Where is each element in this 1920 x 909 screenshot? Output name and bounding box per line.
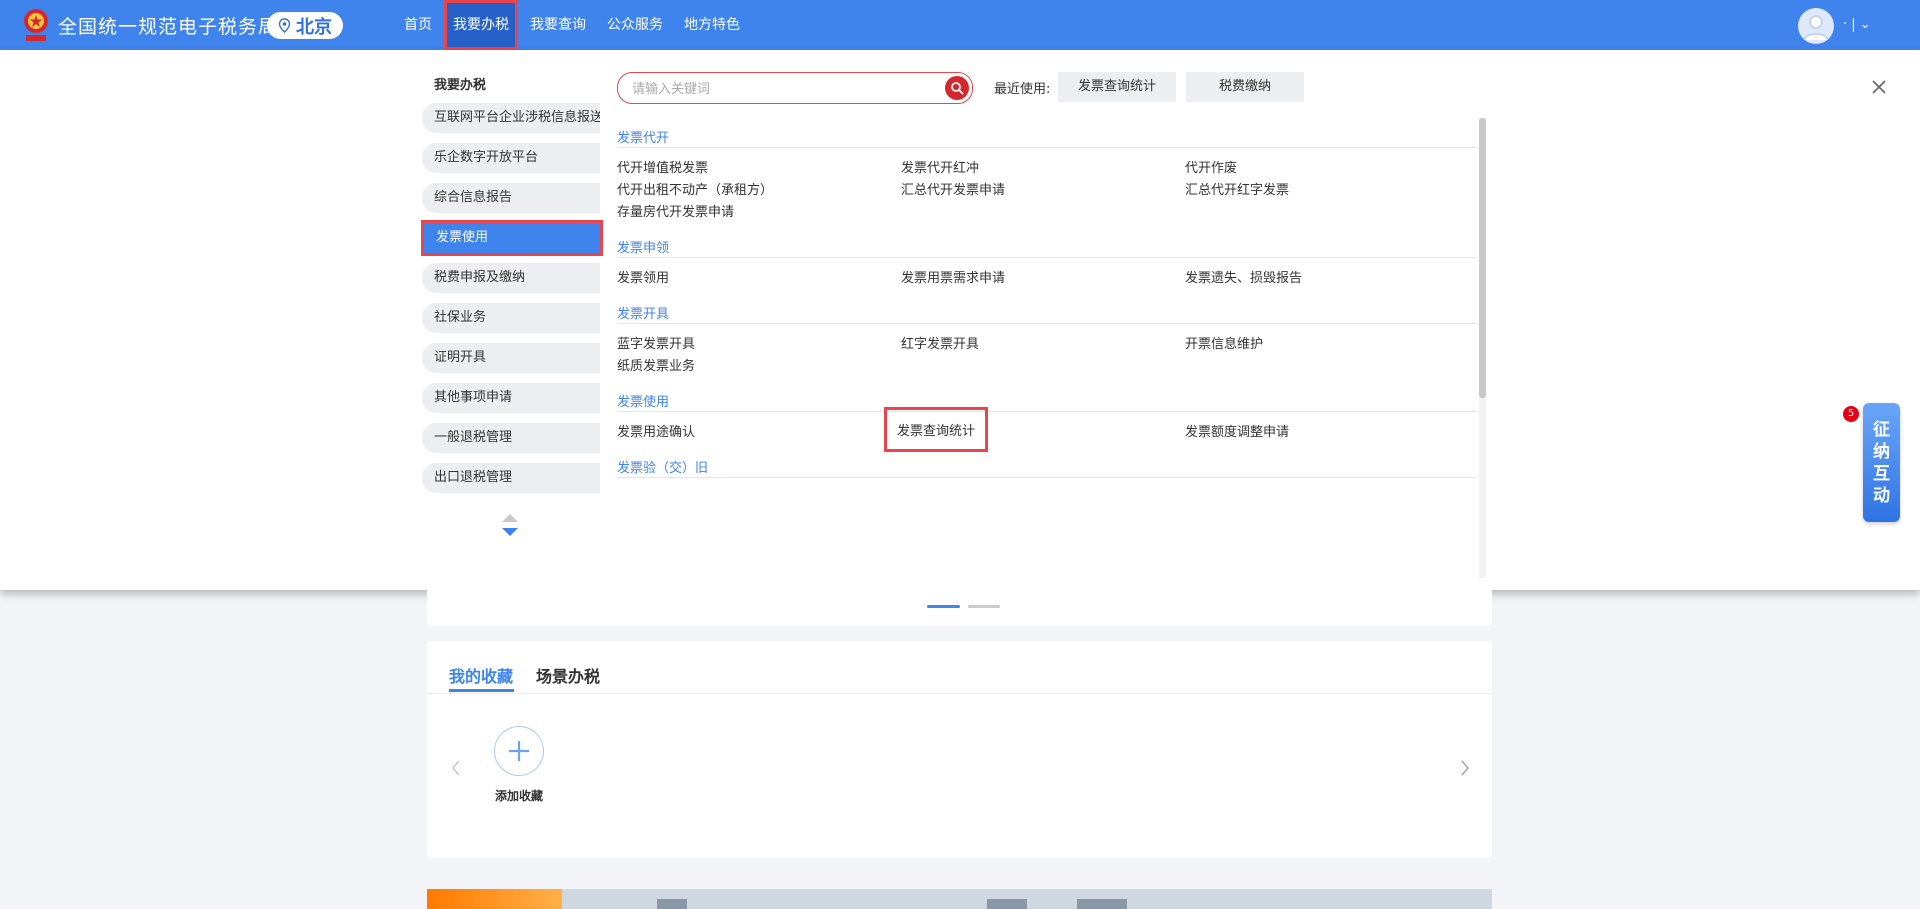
search-button[interactable] (945, 76, 969, 100)
search-input[interactable] (630, 78, 924, 100)
recent-tag-tax-payment[interactable]: 税费缴纳 (1186, 72, 1304, 102)
tab-scene-tax[interactable]: 场景办税 (536, 663, 600, 687)
interaction-float-button[interactable]: 征 纳 互 动 (1863, 403, 1900, 522)
banner-graphic (1077, 899, 1127, 909)
section-title-invoice-apply: 发票申领 (617, 241, 670, 256)
promo-banner[interactable] (427, 889, 1492, 909)
section-title-invoice-use: 发票使用 (617, 395, 670, 410)
float-char: 动 (1873, 485, 1890, 506)
service-item[interactable]: 代开增值税发票 (617, 157, 708, 176)
carousel-card (427, 580, 1492, 626)
add-favorite-label[interactable]: 添加收藏 (494, 787, 544, 804)
service-item[interactable]: 汇总代开红字发票 (1185, 179, 1289, 198)
banner-graphic (657, 899, 687, 909)
tab-divider (427, 693, 1492, 694)
service-item[interactable]: 纸质发票业务 (617, 355, 695, 374)
banner-graphic (987, 899, 1027, 909)
nav-public-service[interactable]: 公众服务 (598, 0, 672, 50)
service-item[interactable]: 发票用途确认 (617, 421, 695, 440)
category-panel-title: 我要办税 (434, 78, 487, 93)
location-pin-icon (278, 18, 291, 33)
service-item-invoice-query-stats[interactable]: 发票查询统计 (883, 407, 989, 452)
category-item-platform-report[interactable]: 互联网平台企业涉税信息报送 (422, 103, 600, 133)
tax-emblem-logo[interactable] (20, 6, 52, 44)
category-item-certificate[interactable]: 证明开具 (422, 343, 600, 373)
add-favorite-button[interactable] (494, 726, 544, 776)
category-item-tax-declare[interactable]: 税费申报及缴纳 (422, 263, 600, 293)
nav-query[interactable]: 我要查询 (521, 0, 595, 50)
service-item[interactable]: 发票领用 (617, 267, 669, 286)
section-divider (617, 323, 1477, 324)
recent-tag-invoice-query[interactable]: 发票查询统计 (1058, 72, 1176, 102)
float-char: 纳 (1873, 441, 1890, 462)
service-item[interactable]: 发票代开红冲 (901, 157, 979, 176)
nav-local-features[interactable]: 地方特色 (675, 0, 749, 50)
category-item-leqi-platform[interactable]: 乐企数字开放平台 (422, 143, 600, 173)
service-item[interactable]: 红字发票开具 (901, 333, 979, 352)
service-list-area: 发票代开 代开增值税发票 发票代开红冲 代开作废 代开出租不动产（承租方） 汇总… (617, 117, 1477, 587)
main-nav: 首页 我要办税 我要查询 公众服务 地方特色 (395, 0, 752, 50)
site-title[interactable]: 全国统一规范电子税务局 (58, 12, 278, 39)
carousel-dot-active[interactable] (927, 605, 960, 608)
service-item[interactable]: 存量房代开发票申请 (617, 201, 734, 220)
tax-handling-dropdown: 我要办税 互联网平台企业涉税信息报送 乐企数字开放平台 综合信息报告 发票使用 … (0, 50, 1920, 590)
category-item-info-report[interactable]: 综合信息报告 (422, 183, 600, 213)
search-box (617, 72, 973, 104)
category-item-export-refund[interactable]: 出口退税管理 (422, 463, 600, 493)
category-list: 互联网平台企业涉税信息报送 乐企数字开放平台 综合信息报告 发票使用 税费申报及… (421, 103, 603, 503)
category-item-general-refund[interactable]: 一般退税管理 (422, 423, 600, 453)
section-divider (617, 257, 1477, 258)
banner-accent (427, 889, 562, 909)
service-item[interactable]: 蓝字发票开具 (617, 333, 695, 352)
section-title-invoice-return: 发票验（交）旧 (617, 461, 709, 476)
carousel-dot[interactable] (968, 605, 1000, 608)
service-item[interactable]: 代开出租不动产（承租方） (617, 179, 773, 198)
service-scrollbar-thumb[interactable] (1479, 118, 1486, 398)
category-item-other-apply[interactable]: 其他事项申请 (422, 383, 600, 413)
region-selector[interactable]: 北京 (267, 12, 343, 39)
service-item[interactable]: 发票遗失、损毁报告 (1185, 267, 1302, 286)
close-icon[interactable] (1870, 78, 1888, 96)
recent-use-label: 最近使用: (994, 82, 1051, 97)
chevron-right-icon[interactable] (1458, 758, 1472, 778)
service-item[interactable]: 代开作废 (1185, 157, 1237, 176)
service-item[interactable]: 发票用票需求申请 (901, 267, 1005, 286)
plus-icon (509, 741, 529, 761)
tab-my-favorites[interactable]: 我的收藏 (449, 663, 513, 687)
section-title-invoice-issue-agency: 发票代开 (617, 131, 670, 146)
user-avatar[interactable] (1798, 8, 1834, 44)
float-char: 征 (1873, 419, 1890, 440)
section-title-invoice-issue: 发票开具 (617, 307, 670, 322)
user-menu-toggle[interactable]: · | ⌄ (1843, 17, 1871, 32)
float-char: 互 (1873, 463, 1890, 484)
category-item-invoice-use[interactable]: 发票使用 (421, 220, 603, 256)
nav-tax-handling[interactable]: 我要办税 (444, 0, 518, 50)
tab-active-underline (449, 689, 514, 692)
chevron-left-icon[interactable] (449, 758, 463, 778)
section-divider (617, 477, 1477, 478)
section-divider (617, 411, 1477, 412)
service-item[interactable]: 开票信息维护 (1185, 333, 1263, 352)
service-item[interactable]: 发票额度调整申请 (1185, 421, 1289, 440)
category-item-social-security[interactable]: 社保业务 (422, 303, 600, 333)
search-icon (951, 82, 964, 95)
service-item[interactable]: 汇总代开发票申请 (901, 179, 1005, 198)
nav-home[interactable]: 首页 (395, 0, 441, 50)
notification-badge: 5 (1843, 406, 1859, 422)
user-icon (1803, 15, 1829, 41)
category-scroll-arrows-icon[interactable] (500, 512, 520, 538)
top-nav-bar: 全国统一规范电子税务局 北京 首页 我要办税 我要查询 公众服务 地方特色 · … (0, 0, 1920, 50)
section-divider (617, 147, 1477, 148)
region-label: 北京 (296, 16, 332, 38)
